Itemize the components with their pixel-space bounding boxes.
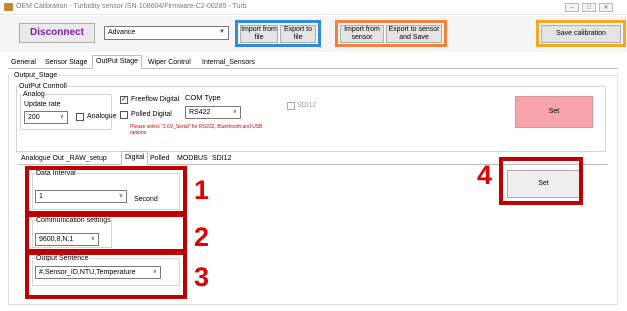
chevron-down-icon: ∨ xyxy=(59,114,64,120)
analogue-checkbox[interactable] xyxy=(76,113,84,121)
com-type-value: RS422 xyxy=(189,109,211,116)
tab-general[interactable]: General xyxy=(8,57,39,68)
export-to-sensor-button[interactable]: Export to sensor and Save xyxy=(386,25,442,43)
output-set-button[interactable]: Set xyxy=(515,96,593,128)
com-type-note: Please select "3.6V_Serial" for RS232, B… xyxy=(130,124,263,136)
analogue-label: Analogue xyxy=(87,113,117,120)
annotation-box-3 xyxy=(25,251,187,299)
update-rate-select[interactable]: 200 ∨ xyxy=(24,111,68,124)
annotation-number-2: 2 xyxy=(194,222,210,252)
tab-sensor-stage[interactable]: Sensor Stage xyxy=(42,57,90,68)
com-type-label: COM Type xyxy=(185,93,221,102)
polled-label: Polled Digital xyxy=(131,111,172,118)
tab-wiper-control[interactable]: Wiper Control xyxy=(145,57,194,68)
tab-output-stage[interactable]: OutPut Stage xyxy=(92,55,143,69)
analog-title: Analog xyxy=(23,91,45,98)
freeflow-checkbox[interactable]: ✓ xyxy=(120,96,128,104)
import-from-file-button[interactable]: Import from file xyxy=(240,25,278,43)
save-frame: Save calibration xyxy=(536,20,626,47)
annotation-box-2 xyxy=(25,213,187,253)
sdi12-label: SDI12 xyxy=(297,102,317,109)
tab-modbus[interactable]: MODBUS xyxy=(174,153,211,164)
main-tabs: General Sensor Stage OutPut Stage Wiper … xyxy=(8,55,618,69)
tab-analogue-out[interactable]: Analogue Out _RAW_setup xyxy=(18,153,110,164)
chevron-down-icon: ∨ xyxy=(232,109,237,115)
annotation-box-4 xyxy=(499,157,583,205)
mode-value: Advance xyxy=(108,29,136,36)
tab-polled[interactable]: Polled xyxy=(147,153,172,164)
title-bar: OEM Calibration - Turbidity sensor /SN-1… xyxy=(0,0,627,15)
tab-sdi12[interactable]: SDI12 xyxy=(209,153,234,164)
mode-select[interactable]: Advance ▼ xyxy=(104,26,229,40)
import-from-sensor-button[interactable]: Import from sensor xyxy=(340,25,384,43)
chevron-down-icon: ▼ xyxy=(219,29,225,35)
update-rate-label: Update rate xyxy=(24,101,61,108)
output-stage-title: Output_Stage xyxy=(13,72,59,79)
close-button[interactable]: ✕ xyxy=(599,3,613,12)
file-buttons-frame: Import from file Export to file xyxy=(235,20,321,47)
annotation-number-3: 3 xyxy=(194,262,210,292)
tab-internal-sensors[interactable]: Internal_Sensors xyxy=(199,57,258,68)
minimize-button[interactable]: – xyxy=(565,3,579,12)
save-calibration-button[interactable]: Save calibration xyxy=(541,25,621,43)
output-control-title: OutPut Controll xyxy=(19,83,67,90)
disconnect-button[interactable]: Disconnect xyxy=(19,23,95,43)
sdi12-checkbox[interactable] xyxy=(287,102,295,110)
toolbar: Disconnect Advance ▼ Import from file Ex… xyxy=(0,16,627,52)
window-title: OEM Calibration - Turbidity sensor /SN-1… xyxy=(16,3,247,10)
maximize-button[interactable]: □ xyxy=(582,3,596,12)
export-to-file-button[interactable]: Export to file xyxy=(280,25,316,43)
annotation-box-1 xyxy=(25,166,187,215)
polled-checkbox[interactable] xyxy=(120,111,128,119)
annotation-number-4: 4 xyxy=(477,160,493,190)
annotation-number-1: 1 xyxy=(194,175,210,205)
update-rate-value: 200 xyxy=(28,114,40,121)
com-type-select[interactable]: RS422 ∨ xyxy=(185,106,241,119)
sensor-buttons-frame: Import from sensor Export to sensor and … xyxy=(335,20,447,47)
tab-digital[interactable]: Digital xyxy=(121,151,149,165)
app-icon xyxy=(4,3,13,11)
freeflow-label: Freeflow Digital xyxy=(131,96,180,103)
